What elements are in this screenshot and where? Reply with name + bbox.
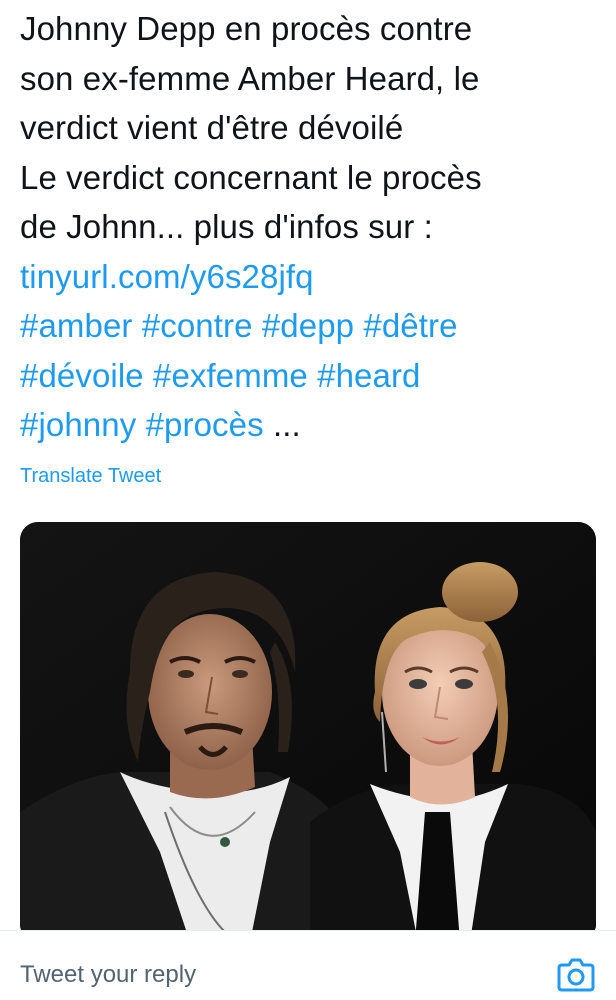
tweet-link-line: tinyurl.com/y6s28jfq bbox=[20, 252, 596, 302]
tweet-text-line: Johnny Depp en procès contre bbox=[20, 10, 473, 47]
tweet-text-line: son ex-femme Amber Heard, le bbox=[20, 59, 480, 97]
hashtag-detre[interactable]: #dêtre bbox=[363, 307, 457, 344]
tweet-link[interactable]: tinyurl.com/y6s28jfq bbox=[20, 258, 314, 295]
hashtag-line: #dévoile #exfemme #heard bbox=[20, 351, 596, 401]
tweet-text-line: verdict vient d'être dévoilé bbox=[20, 109, 404, 146]
tweet-text-line: Le verdict concernant le procès bbox=[20, 158, 482, 196]
hashtag-contre[interactable]: #contre bbox=[142, 307, 253, 344]
tweet-ellipsis: ... bbox=[272, 406, 301, 443]
hashtag-devoile[interactable]: #dévoile bbox=[20, 357, 144, 394]
photo-illustration bbox=[20, 522, 596, 942]
tweet-text-line: de Johnn... plus d'infos sur : bbox=[20, 208, 433, 245]
hashtag-line: #amber #contre #depp #dêtre bbox=[20, 301, 596, 351]
hashtag-exfemme[interactable]: #exfemme bbox=[153, 357, 308, 394]
translate-tweet-link[interactable]: Translate Tweet bbox=[20, 462, 596, 490]
tweet-photo[interactable] bbox=[20, 522, 596, 942]
hashtag-depp[interactable]: #depp bbox=[262, 307, 354, 344]
hashtag-johnny[interactable]: #johnny bbox=[20, 406, 136, 443]
hashtag-heard[interactable]: #heard bbox=[317, 357, 420, 394]
tweet-text: Johnny Depp en procès contre son ex-femm… bbox=[20, 4, 596, 450]
hashtag-amber[interactable]: #amber bbox=[20, 307, 133, 344]
reply-bar bbox=[0, 930, 616, 1000]
hashtag-line: #johnny #procès ... bbox=[20, 400, 596, 450]
reply-input[interactable] bbox=[20, 959, 520, 991]
hashtag-proces[interactable]: #procès bbox=[146, 406, 264, 443]
camera-icon[interactable] bbox=[556, 956, 596, 992]
